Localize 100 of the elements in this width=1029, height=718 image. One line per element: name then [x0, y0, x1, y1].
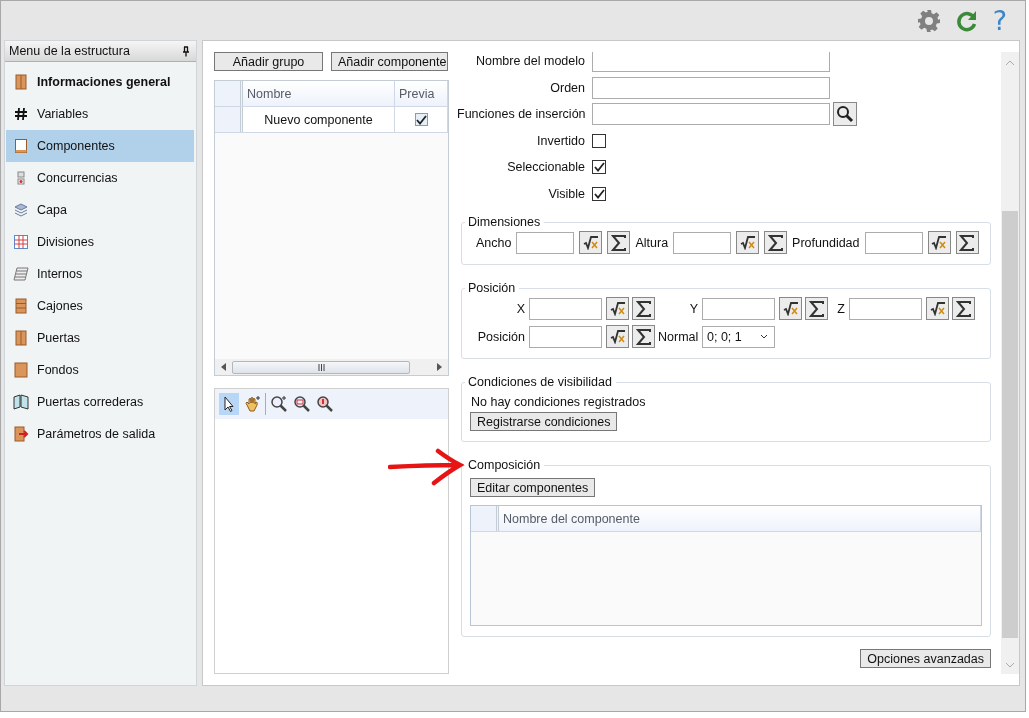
- field-label: Ancho: [476, 235, 512, 250]
- check-icon: [415, 114, 427, 125]
- drawers-icon: [13, 298, 29, 314]
- sum-button[interactable]: [632, 297, 655, 320]
- text-field[interactable]: [673, 231, 732, 254]
- square-root-icon: [929, 301, 946, 316]
- column-header[interactable]: Previa: [395, 81, 448, 106]
- field-label: Orden: [549, 80, 585, 95]
- sidebar-item[interactable]: Variables: [6, 98, 194, 130]
- door-icon: [13, 74, 29, 90]
- pin-icon[interactable]: [182, 45, 190, 57]
- settings-icon[interactable]: [916, 8, 941, 33]
- zoom-in-icon: [270, 395, 288, 413]
- check-icon: [593, 162, 605, 173]
- sum-button[interactable]: [952, 297, 975, 320]
- text-field[interactable]: [516, 231, 575, 254]
- layers-icon: [13, 202, 29, 218]
- sigma-icon: [767, 234, 784, 251]
- sidebar-item[interactable]: Puertas: [6, 322, 194, 354]
- field-label: Normal: [658, 329, 698, 344]
- text-field[interactable]: [702, 297, 775, 320]
- checkbox[interactable]: [592, 160, 606, 175]
- viewer-tool[interactable]: [219, 393, 239, 415]
- sum-button[interactable]: [955, 231, 979, 254]
- formula-button[interactable]: [736, 231, 760, 254]
- zoom-window-icon: [293, 395, 311, 413]
- sum-button[interactable]: [805, 297, 828, 320]
- text-field[interactable]: [849, 297, 922, 320]
- field-label: Invertido: [536, 133, 585, 148]
- sigma-icon: [610, 234, 627, 251]
- field-label: Z: [836, 301, 845, 316]
- square-root-icon: [739, 235, 756, 250]
- scrollbar[interactable]: [215, 359, 448, 375]
- table-cell[interactable]: Nuevo componente: [243, 107, 395, 132]
- square-root-icon: [582, 235, 599, 250]
- register-conditions-button[interactable]: Registrarse condiciones: [470, 412, 618, 431]
- grid-icon: [13, 234, 29, 250]
- normal-dropdown[interactable]: 0; 0; 1: [702, 325, 775, 348]
- sigma-icon: [959, 234, 976, 251]
- arrow-left-icon[interactable]: [221, 363, 226, 371]
- formula-button[interactable]: [606, 325, 629, 348]
- door-icon: [13, 330, 29, 346]
- add-button[interactable]: Añadir componente: [331, 52, 448, 71]
- formula-button[interactable]: [927, 231, 951, 254]
- sidebar-title: Menu de la estructura: [9, 44, 130, 58]
- group-title: Dimensiones: [467, 215, 542, 229]
- hand-icon: [243, 395, 261, 413]
- grip-icon: [317, 363, 325, 371]
- back-panel-icon: [13, 362, 29, 378]
- checkbox[interactable]: [592, 133, 606, 148]
- field-label: Seleccionable: [506, 160, 585, 175]
- square-root-icon: [782, 301, 799, 316]
- square-root-icon: [609, 329, 626, 344]
- square-root-icon: [931, 235, 948, 250]
- sum-button[interactable]: [607, 231, 631, 254]
- zoom-extents-icon: [316, 395, 334, 413]
- sigma-icon: [955, 300, 972, 317]
- field-label: Nombre del modelo: [474, 54, 585, 69]
- add-button[interactable]: Añadir grupo: [214, 52, 323, 71]
- field-label: X: [515, 301, 525, 316]
- sidebar-item[interactable]: Componentes: [6, 130, 194, 162]
- formula-button[interactable]: [926, 297, 949, 320]
- sidebar-item[interactable]: Puertas correderas: [6, 386, 194, 418]
- field-label: Altura: [635, 235, 669, 250]
- arrow-right-icon[interactable]: [437, 363, 442, 371]
- field-label: Funciones de inserción: [457, 107, 585, 122]
- empty-message: No hay condiciones registrados: [471, 395, 647, 409]
- edit-components-button[interactable]: Editar componentes: [470, 478, 596, 497]
- shelves-icon: [13, 266, 29, 282]
- text-field[interactable]: [529, 325, 602, 348]
- sidebar-item[interactable]: Concurrencias: [6, 162, 194, 194]
- table-cell[interactable]: [395, 107, 448, 132]
- text-field[interactable]: [592, 52, 830, 73]
- sidebar-item[interactable]: Parámetros de salida: [6, 418, 194, 450]
- sidebar-item[interactable]: Capa: [6, 194, 194, 226]
- formula-button[interactable]: [606, 297, 629, 320]
- column-header[interactable]: Nombre: [243, 81, 395, 106]
- text-field[interactable]: [864, 231, 923, 254]
- group-title: Posición: [467, 281, 517, 295]
- text-field[interactable]: [592, 76, 830, 99]
- sidebar-item[interactable]: Divisiones: [6, 226, 194, 258]
- sidebar-item[interactable]: Cajones: [6, 290, 194, 322]
- sidebar-item[interactable]: Internos: [6, 258, 194, 290]
- search-button[interactable]: [833, 102, 857, 127]
- field-label: Profundidad: [792, 235, 860, 250]
- sum-button[interactable]: [632, 325, 655, 348]
- column-header[interactable]: Nombre del componente: [499, 506, 981, 531]
- sidebar-item[interactable]: Informaciones general: [6, 66, 194, 98]
- field-label: Posición: [476, 329, 525, 344]
- formula-button[interactable]: [779, 297, 802, 320]
- sidebar-item[interactable]: Fondos: [6, 354, 194, 386]
- formula-button[interactable]: [579, 231, 603, 254]
- checkbox[interactable]: [592, 186, 606, 201]
- preview-checkbox[interactable]: [414, 113, 428, 126]
- panel-icon: [13, 138, 29, 154]
- sum-button[interactable]: [764, 231, 788, 254]
- text-field[interactable]: [529, 297, 602, 320]
- text-field[interactable]: [592, 103, 830, 126]
- advanced-options-button[interactable]: Opciones avanzadas: [860, 649, 991, 668]
- field-label: Visible: [547, 186, 585, 201]
